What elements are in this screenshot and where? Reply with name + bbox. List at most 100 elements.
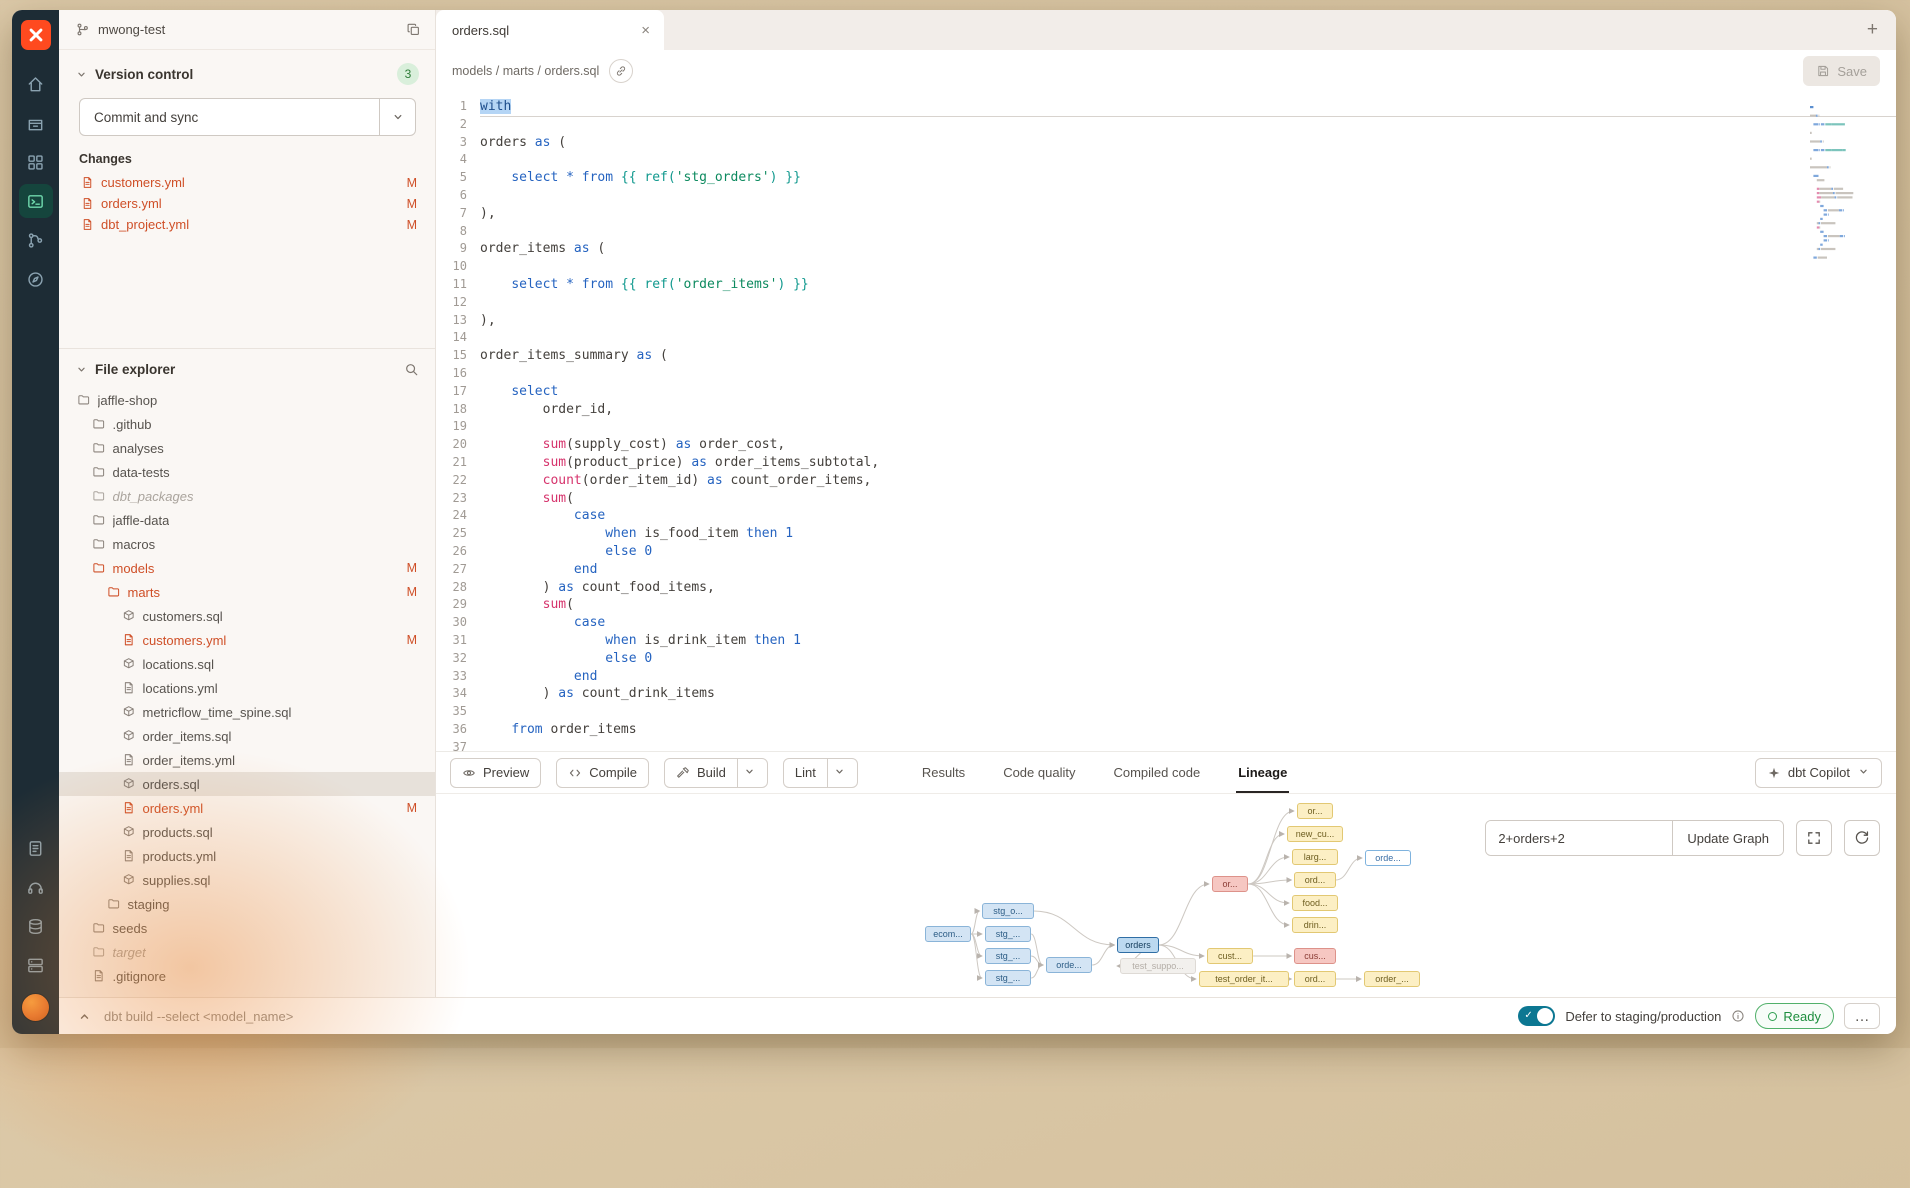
preview-button[interactable]: Preview <box>450 758 541 788</box>
tree-item-jaffle-data[interactable]: jaffle-data <box>59 508 435 532</box>
more-options-button[interactable]: … <box>1844 1003 1880 1029</box>
lineage-node-ecom...[interactable]: ecom... <box>925 926 971 942</box>
nav-item-home[interactable] <box>19 67 53 101</box>
tree-item-locations.sql[interactable]: locations.sql <box>59 652 435 676</box>
lineage-node-cust...[interactable]: cust... <box>1207 948 1253 964</box>
lineage-selector-input[interactable] <box>1486 821 1672 855</box>
build-dropdown-icon[interactable] <box>743 765 756 781</box>
tree-item-locations.yml[interactable]: locations.yml <box>59 676 435 700</box>
lineage-node-stg_o...[interactable]: stg_o... <box>982 903 1033 919</box>
tree-item-marts[interactable]: marts M <box>59 580 435 604</box>
tree-item-customers.yml[interactable]: customers.yml M <box>59 628 435 652</box>
lineage-node-test_order_it...[interactable]: test_order_it... <box>1199 971 1289 987</box>
tab-compiled-code[interactable]: Compiled code <box>1111 752 1202 793</box>
nav-item-support[interactable] <box>19 870 53 904</box>
tree-item-.github[interactable]: .github <box>59 412 435 436</box>
update-graph-button[interactable]: Update Graph <box>1672 821 1783 855</box>
commit-options-dropdown[interactable] <box>379 99 415 135</box>
lineage-node-new_cu...[interactable]: new_cu... <box>1287 826 1343 842</box>
folder-icon <box>92 921 106 935</box>
tree-item-seeds[interactable]: seeds <box>59 916 435 940</box>
tree-item-models[interactable]: models M <box>59 556 435 580</box>
nav-item-history[interactable] <box>19 909 53 943</box>
chevron-down-icon[interactable] <box>75 68 88 81</box>
tree-item-metricflow_time_spine.sql[interactable]: metricflow_time_spine.sql <box>59 700 435 724</box>
tree-item-order_items.sql[interactable]: order_items.sql <box>59 724 435 748</box>
lineage-node-cus...[interactable]: cus... <box>1294 948 1335 964</box>
lineage-node-food...[interactable]: food... <box>1292 895 1338 911</box>
eye-icon <box>462 766 476 780</box>
tab-lineage[interactable]: Lineage <box>1236 752 1289 793</box>
tab-results[interactable]: Results <box>920 752 967 793</box>
search-icon[interactable] <box>404 362 419 377</box>
refresh-button[interactable] <box>1844 820 1880 856</box>
expand-command-bar-button[interactable] <box>77 1009 92 1024</box>
project-branch-name[interactable]: mwong-test <box>98 22 165 37</box>
tree-item-.gitignore[interactable]: .gitignore <box>59 964 435 988</box>
changed-file-orders.yml[interactable]: orders.yml M <box>59 193 435 214</box>
fullscreen-button[interactable] <box>1796 820 1832 856</box>
tree-item-orders.yml[interactable]: orders.yml M <box>59 796 435 820</box>
lineage-node-drin...[interactable]: drin... <box>1292 917 1338 933</box>
modified-badge: M <box>407 176 419 190</box>
nav-item-apps[interactable] <box>19 145 53 179</box>
dbt-copilot-button[interactable]: dbt Copilot <box>1755 758 1882 788</box>
copy-icon[interactable] <box>406 22 421 37</box>
lineage-node-order_...[interactable]: order_... <box>1364 971 1420 987</box>
tree-item-supplies.sql[interactable]: supplies.sql <box>59 868 435 892</box>
lint-button[interactable]: Lint <box>783 758 858 788</box>
nav-item-changelog[interactable] <box>19 831 53 865</box>
lineage-node-orde...[interactable]: orde... <box>1365 850 1411 866</box>
tree-item-staging[interactable]: staging <box>59 892 435 916</box>
editor-minimap[interactable] <box>1806 102 1882 275</box>
new-tab-button[interactable]: + <box>1849 19 1896 41</box>
save-button[interactable]: Save <box>1803 56 1880 86</box>
nav-item-editor[interactable] <box>19 184 53 218</box>
lineage-node-stg_...[interactable]: stg_... <box>985 970 1031 986</box>
command-input[interactable]: dbt build --select <model_name> <box>104 1009 293 1024</box>
defer-toggle[interactable]: ✓ <box>1518 1006 1555 1026</box>
changed-file-dbt_project.yml[interactable]: dbt_project.yml M <box>59 214 435 235</box>
nav-item-explore[interactable] <box>19 262 53 296</box>
lineage-node-orde...[interactable]: orde... <box>1046 957 1092 973</box>
nav-item-storage[interactable] <box>19 948 53 982</box>
lineage-node-stg_...[interactable]: stg_... <box>985 948 1031 964</box>
lineage-node-orders[interactable]: orders <box>1117 937 1158 953</box>
dbt-logo-icon[interactable] <box>21 20 51 50</box>
commit-and-sync-button[interactable]: Commit and sync <box>79 98 416 136</box>
tree-item-order_items.yml[interactable]: order_items.yml <box>59 748 435 772</box>
user-avatar[interactable] <box>21 993 50 1022</box>
lineage-node-stg_...[interactable]: stg_... <box>985 926 1031 942</box>
changed-file-customers.yml[interactable]: customers.yml M <box>59 172 435 193</box>
tree-item-macros[interactable]: macros <box>59 532 435 556</box>
tab-orders-sql[interactable]: orders.sql × <box>436 10 664 50</box>
tab-code-quality[interactable]: Code quality <box>1001 752 1077 793</box>
build-button[interactable]: Build <box>664 758 768 788</box>
tree-item-products.yml[interactable]: products.yml <box>59 844 435 868</box>
compile-button[interactable]: Compile <box>556 758 649 788</box>
code-editor[interactable]: 1234567891011121314151617181920212223242… <box>436 92 1896 751</box>
nav-item-orchestration[interactable] <box>19 223 53 257</box>
tree-item-jaffle-shop[interactable]: jaffle-shop <box>59 388 435 412</box>
copilot-dropdown-icon[interactable] <box>1857 765 1870 781</box>
tree-item-customers.sql[interactable]: customers.sql <box>59 604 435 628</box>
lineage-node-test_suppo...[interactable]: test_suppo... <box>1120 958 1196 974</box>
tree-item-analyses[interactable]: analyses <box>59 436 435 460</box>
lineage-node-ord...[interactable]: ord... <box>1294 971 1335 987</box>
lint-dropdown-icon[interactable] <box>833 765 846 781</box>
close-tab-icon[interactable]: × <box>641 23 650 38</box>
lineage-node-or...[interactable]: or... <box>1297 803 1334 819</box>
lineage-node-larg...[interactable]: larg... <box>1292 849 1338 865</box>
info-icon[interactable] <box>1731 1009 1745 1023</box>
tree-item-products.sql[interactable]: products.sql <box>59 820 435 844</box>
link-icon[interactable] <box>609 59 633 83</box>
lineage-node-ord...[interactable]: ord... <box>1294 872 1335 888</box>
tree-item-target[interactable]: target <box>59 940 435 964</box>
nav-item-warehouse[interactable] <box>19 106 53 140</box>
chevron-down-icon[interactable] <box>75 363 88 376</box>
tree-item-dbt_packages[interactable]: dbt_packages <box>59 484 435 508</box>
code-content[interactable]: with orders as ( select * from {{ ref('s… <box>480 98 1896 751</box>
tree-item-orders.sql[interactable]: orders.sql <box>59 772 435 796</box>
lineage-node-or...[interactable]: or... <box>1212 876 1249 892</box>
tree-item-data-tests[interactable]: data-tests <box>59 460 435 484</box>
